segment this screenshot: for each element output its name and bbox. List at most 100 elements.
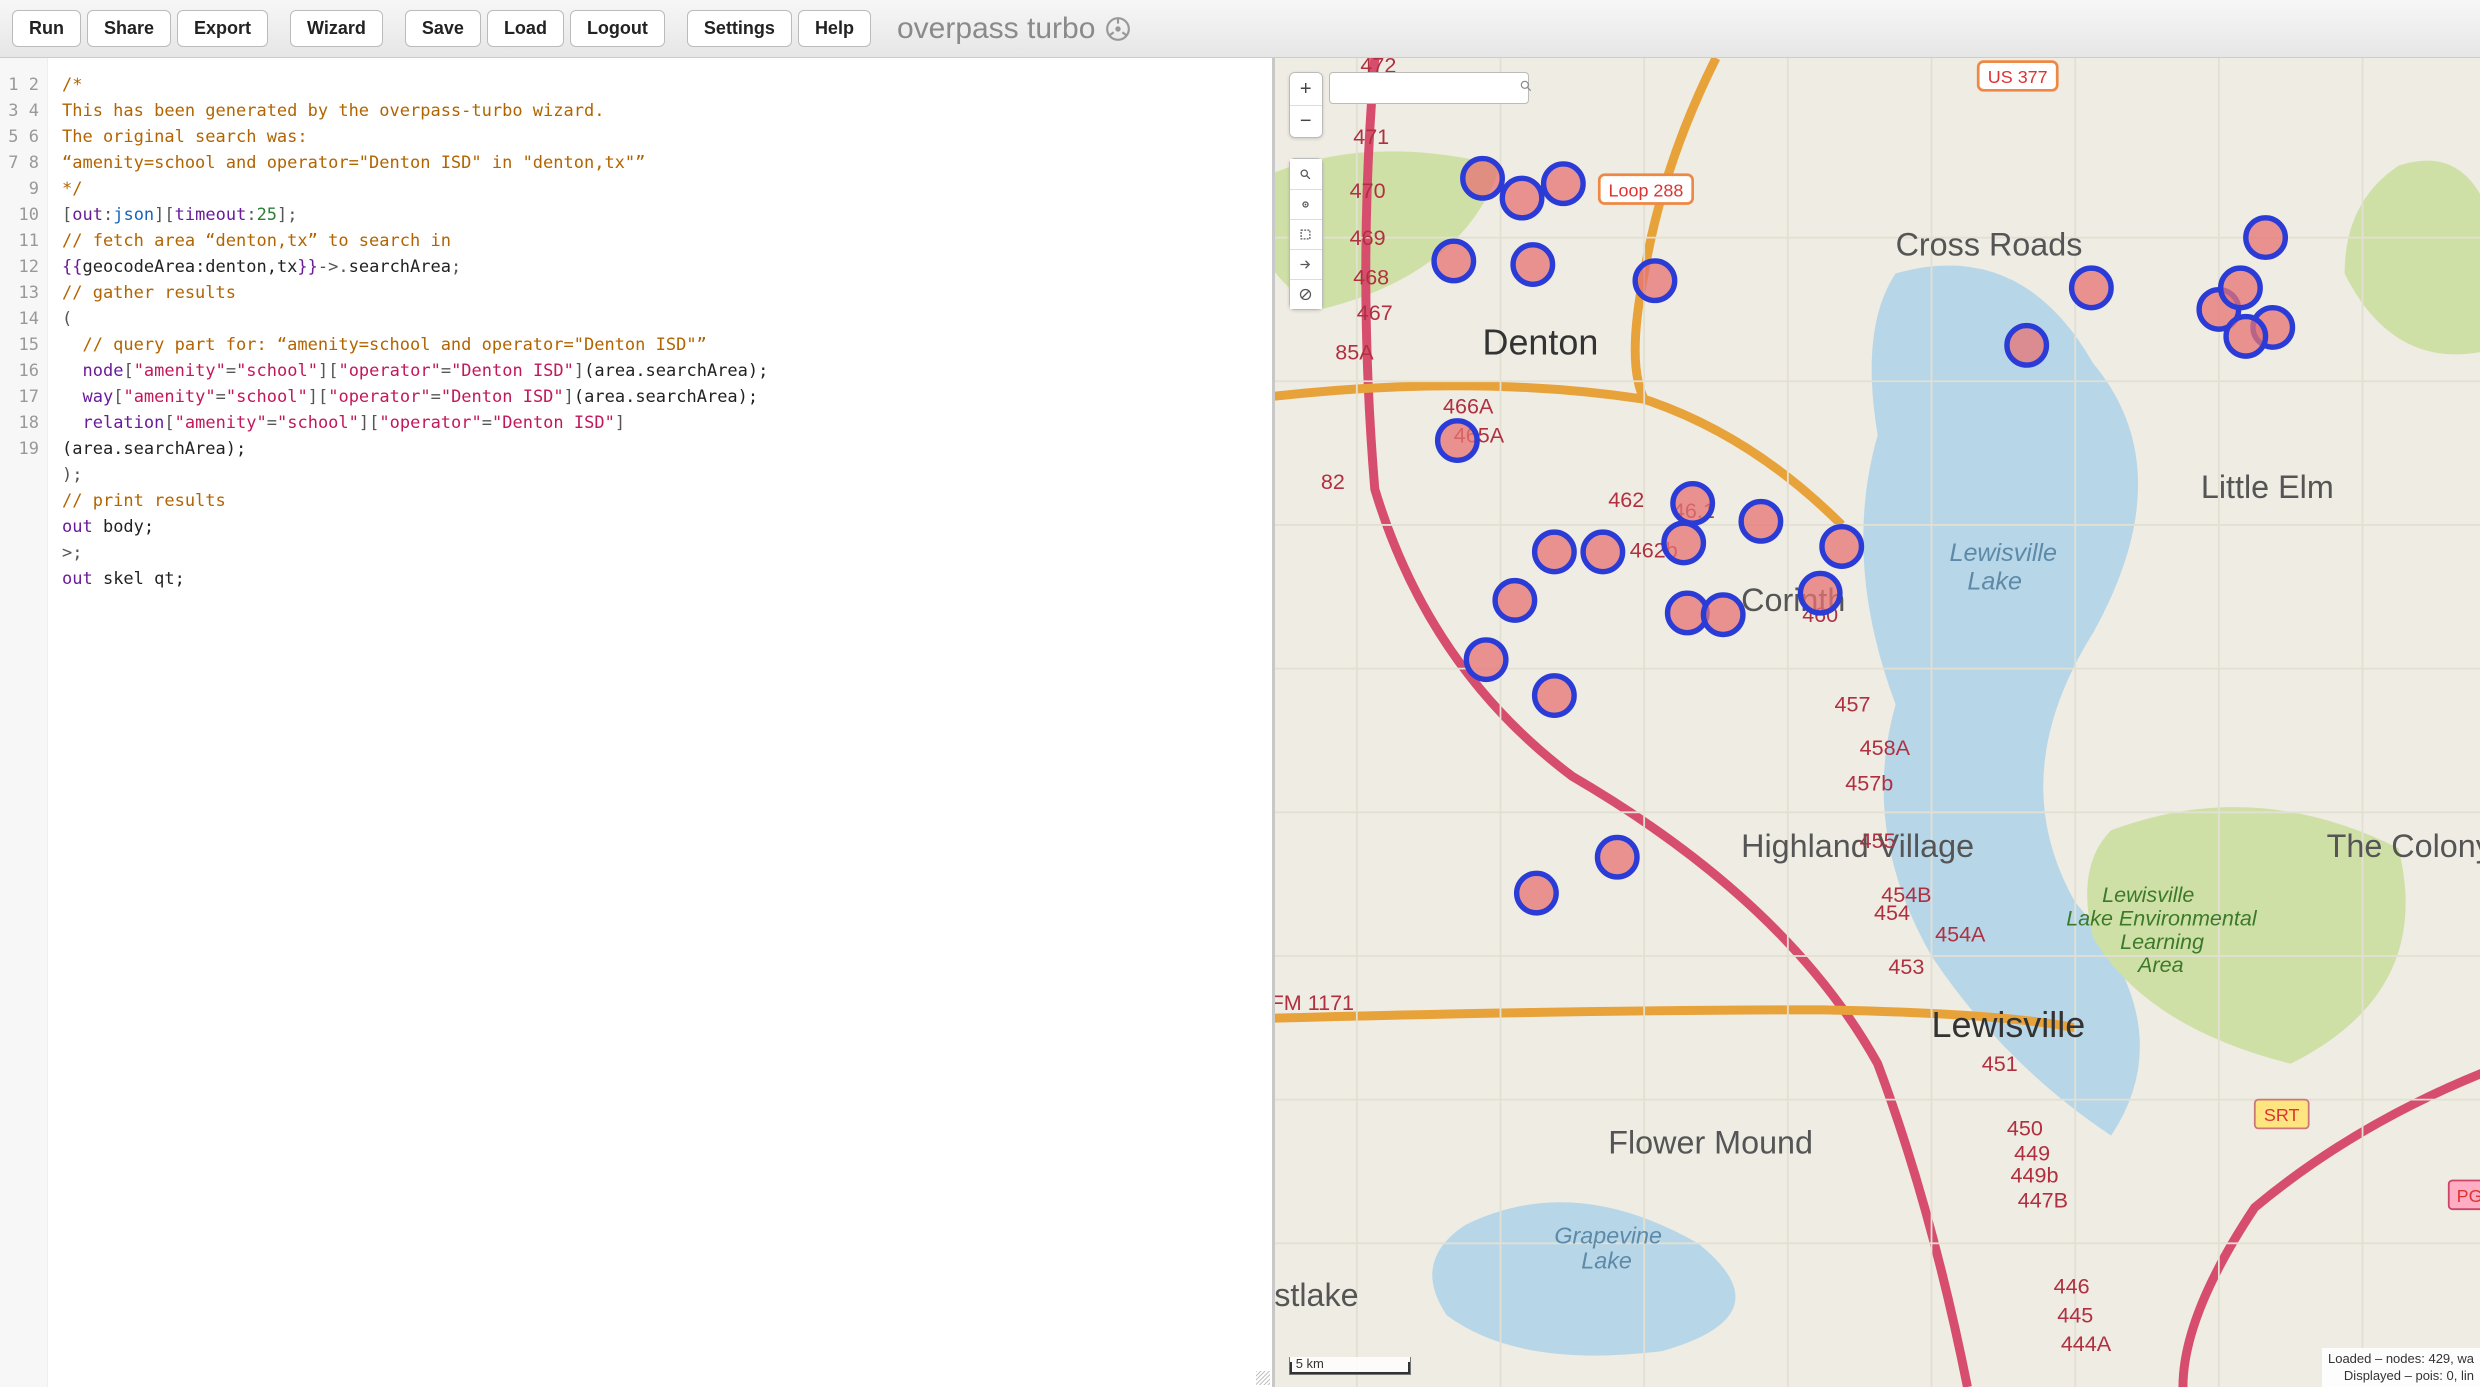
map-label-little-elm: Little Elm: [2201, 469, 2334, 505]
toggle-data-icon[interactable]: [1290, 249, 1322, 279]
map-label-fm1171: FM 1171: [1275, 990, 1354, 1015]
exit-number: 458A: [1859, 735, 1910, 760]
map-label-the-colony: The Colony: [2326, 828, 2480, 864]
school-marker[interactable]: [1466, 640, 1506, 680]
svg-text:US 377: US 377: [1988, 67, 2048, 87]
exit-number: 469: [1349, 225, 1385, 250]
school-marker[interactable]: [2071, 268, 2111, 308]
school-marker[interactable]: [2226, 317, 2266, 357]
school-marker[interactable]: [1462, 159, 1502, 199]
map-label-lewisville: Lewisville: [1931, 1004, 2085, 1045]
school-marker[interactable]: [1703, 595, 1743, 635]
school-marker[interactable]: [2246, 218, 2286, 258]
shield-pgbt: PGBT: [2448, 1180, 2480, 1209]
status-displayed: Displayed – pois: 0, lin: [2328, 1367, 2474, 1385]
map-label-highland-village: Highland Village: [1741, 828, 1974, 864]
exit-number: 471: [1353, 124, 1389, 149]
scale-label: 5 km: [1296, 1356, 1324, 1371]
share-button[interactable]: Share: [87, 10, 171, 47]
map-status: Loaded – nodes: 429, wa Displayed – pois…: [2322, 1348, 2480, 1387]
school-marker[interactable]: [1534, 532, 1574, 572]
school-marker[interactable]: [2007, 326, 2047, 366]
school-marker[interactable]: [1800, 573, 1840, 613]
exit-number: 470: [1349, 178, 1385, 203]
load-button[interactable]: Load: [487, 10, 564, 47]
zoom-control: + −: [1289, 72, 1323, 138]
school-marker[interactable]: [1635, 261, 1675, 301]
run-button[interactable]: Run: [12, 10, 81, 47]
settings-button[interactable]: Settings: [687, 10, 792, 47]
exit-number: 467: [1357, 300, 1393, 325]
exit-number: 450: [2007, 1116, 2043, 1141]
svg-text:PGBT: PGBT: [2456, 1186, 2480, 1206]
zoom-out-button[interactable]: −: [1290, 105, 1322, 137]
school-marker[interactable]: [1822, 527, 1862, 567]
exit-number: 444A: [2061, 1331, 2112, 1356]
code-area[interactable]: /* This has been generated by the overpa…: [48, 58, 1272, 1387]
exit-number: 466A: [1443, 394, 1494, 419]
resize-handle-icon[interactable]: [1256, 1371, 1270, 1385]
map-search[interactable]: [1329, 72, 1529, 104]
exit-number: 449b: [2010, 1162, 2058, 1187]
zoom-in-button[interactable]: +: [1290, 73, 1322, 105]
toolbar: Run Share Export Wizard Save Load Logout…: [0, 0, 2480, 58]
school-marker[interactable]: [1437, 421, 1477, 461]
app-title-text: overpass turbo: [897, 12, 1095, 46]
shield-loop288: Loop 288: [1599, 175, 1692, 204]
exit-number: 451: [1982, 1051, 2018, 1076]
svg-text:SRT: SRT: [2264, 1105, 2300, 1125]
school-marker[interactable]: [1502, 178, 1542, 218]
shield-srt: SRT: [2255, 1100, 2309, 1129]
exit-number: 468: [1353, 264, 1389, 289]
school-marker[interactable]: [1434, 241, 1474, 281]
school-marker[interactable]: [1516, 873, 1556, 913]
select-bbox-icon[interactable]: [1290, 219, 1322, 249]
school-marker[interactable]: [1513, 245, 1553, 285]
map-label-estlake: estlake: [1275, 1277, 1359, 1313]
shield-us377: US 377: [1978, 62, 2057, 91]
map-panel[interactable]: Denton Cross Roads Little Elm Corinth Hi…: [1275, 58, 2480, 1387]
school-marker[interactable]: [1543, 164, 1583, 204]
exit-number: 462: [1608, 487, 1644, 512]
school-marker[interactable]: [1597, 837, 1637, 877]
map-tool-stack: [1289, 158, 1323, 310]
search-icon: [1519, 79, 1533, 98]
wizard-button[interactable]: Wizard: [290, 10, 383, 47]
school-marker[interactable]: [1534, 676, 1574, 716]
exit-number: 457b: [1845, 771, 1893, 796]
exit-number: 453: [1888, 954, 1924, 979]
school-marker[interactable]: [1583, 532, 1623, 572]
code-editor[interactable]: 1 2 3 4 5 6 7 8 9 10 11 12 13 14 15 16 1…: [0, 58, 1275, 1387]
exit-number: 82: [1321, 469, 1345, 494]
map-label-flower-mound: Flower Mound: [1608, 1125, 1813, 1161]
crosshair-icon[interactable]: [1290, 189, 1322, 219]
save-button[interactable]: Save: [405, 10, 481, 47]
exit-number: 457: [1834, 692, 1870, 717]
steering-wheel-icon: [1105, 16, 1131, 42]
school-marker[interactable]: [1664, 523, 1704, 563]
exit-number: 455: [1859, 828, 1895, 853]
logout-button[interactable]: Logout: [570, 10, 665, 47]
map-label-cross-roads: Cross Roads: [1895, 227, 2082, 263]
exit-number: 446: [2053, 1274, 2089, 1299]
map-canvas[interactable]: Denton Cross Roads Little Elm Corinth Hi…: [1275, 58, 2480, 1387]
export-button[interactable]: Export: [177, 10, 268, 47]
svg-text:Loop 288: Loop 288: [1608, 180, 1683, 200]
school-marker[interactable]: [1741, 502, 1781, 542]
map-search-input[interactable]: [1338, 80, 1519, 96]
exit-number: 445: [2057, 1302, 2093, 1327]
app-title: overpass turbo: [897, 12, 1131, 46]
scale-bar: 5 km: [1289, 1357, 1411, 1375]
help-button[interactable]: Help: [798, 10, 871, 47]
locate-icon[interactable]: [1290, 159, 1322, 189]
exit-number: 454: [1874, 900, 1910, 925]
status-loaded: Loaded – nodes: 429, wa: [2328, 1350, 2474, 1368]
school-marker[interactable]: [2220, 268, 2260, 308]
exit-number: 454A: [1935, 922, 1986, 947]
exit-number: 447B: [2017, 1187, 2067, 1212]
school-marker[interactable]: [1495, 581, 1535, 621]
exit-number: 85A: [1335, 340, 1374, 365]
line-gutter: 1 2 3 4 5 6 7 8 9 10 11 12 13 14 15 16 1…: [0, 58, 48, 1387]
clear-icon[interactable]: [1290, 279, 1322, 309]
school-marker[interactable]: [1673, 484, 1713, 524]
